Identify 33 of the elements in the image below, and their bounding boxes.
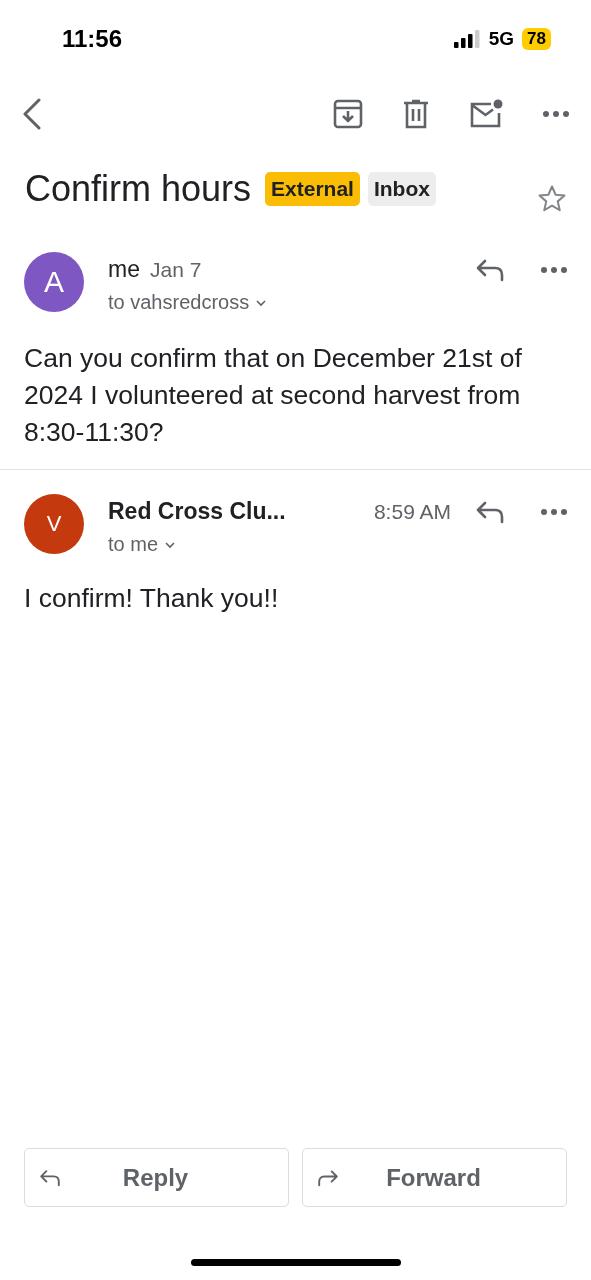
chevron-down-icon xyxy=(255,298,268,307)
forward-button[interactable]: Forward xyxy=(302,1148,567,1207)
more-icon[interactable] xyxy=(541,267,567,273)
archive-icon[interactable] xyxy=(333,99,363,129)
reply-icon[interactable] xyxy=(475,258,505,282)
trash-icon[interactable] xyxy=(403,99,429,129)
label-chip: External xyxy=(265,172,360,206)
label-chip: Inbox xyxy=(367,172,436,206)
mail-unread-icon[interactable] xyxy=(469,99,503,129)
email-subject: Confirm hours xyxy=(25,168,252,210)
more-icon[interactable] xyxy=(543,111,569,117)
message-date: 8:59 AM xyxy=(373,500,451,524)
chevron-down-icon xyxy=(164,540,177,549)
recipient-toggle[interactable]: to me xyxy=(108,533,177,556)
status-time: 11:56 xyxy=(62,25,123,53)
sender-avatar: A xyxy=(24,252,84,312)
message-date: Jan 7 xyxy=(149,258,202,282)
reply-button[interactable]: Reply xyxy=(24,1148,289,1207)
recipient-toggle[interactable]: to vahsredcross xyxy=(108,291,268,314)
sender-name: Red Cross Clu... xyxy=(108,498,286,525)
battery-indicator: 78 xyxy=(522,28,551,50)
reply-icon[interactable] xyxy=(475,500,505,524)
forward-icon xyxy=(317,1168,339,1187)
reply-arrow-icon[interactable] xyxy=(39,1168,61,1187)
back-button[interactable] xyxy=(22,98,42,130)
sender-name: me xyxy=(108,256,140,283)
message-body: I confirm! Thank you!! xyxy=(24,582,280,615)
more-icon[interactable] xyxy=(541,509,567,515)
network-label: 5G xyxy=(488,28,515,50)
sender-avatar: V xyxy=(24,494,84,554)
signal-icon xyxy=(453,30,481,48)
message-body: Can you confirm that on December 21st of 2024 I volunteered at second harvest from 8:30-11:30? xyxy=(24,342,523,449)
star-icon[interactable] xyxy=(537,184,567,214)
